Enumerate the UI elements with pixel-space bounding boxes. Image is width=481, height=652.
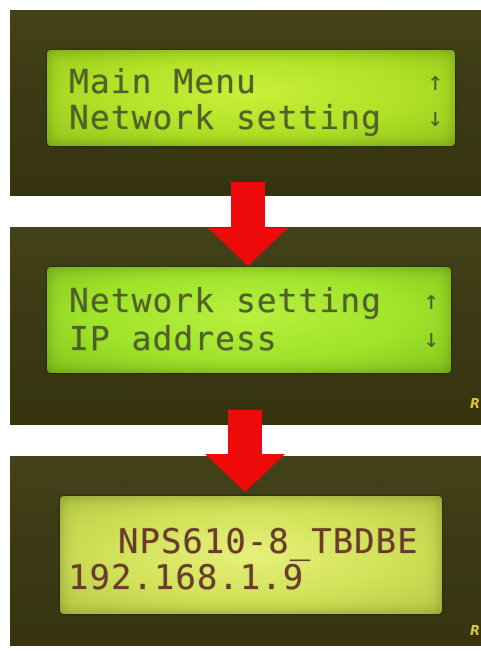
scroll-up-icon: ↑ (427, 67, 443, 97)
lcd-line-1: Main Menu (69, 62, 257, 101)
lcd-display: NPS610-8_TBDBE 192.168.1.9 (60, 496, 442, 614)
lcd-line-1: Network setting (69, 281, 383, 320)
device-panel-main-menu: Main Menu ↑ Network setting ↓ (10, 10, 481, 196)
down-arrow-icon (205, 410, 285, 494)
scroll-down-icon: ↓ (423, 324, 439, 354)
device-name-text: NPS610-8_TBDBE (118, 522, 419, 562)
lcd-display: Main Menu ↑ Network setting ↓ (47, 50, 455, 146)
edge-label: R (469, 397, 480, 412)
edge-label: R (469, 624, 480, 639)
scroll-up-icon: ↑ (423, 286, 439, 316)
lcd-display: Network setting ↑ IP address ↓ (47, 267, 451, 373)
lcd-line-2: Network setting (69, 98, 383, 137)
down-arrow-icon (208, 182, 288, 268)
ip-address-text: 192.168.1.9 (68, 558, 305, 598)
scroll-down-icon: ↓ (427, 103, 443, 133)
lcd-line-2: IP address (69, 319, 278, 358)
